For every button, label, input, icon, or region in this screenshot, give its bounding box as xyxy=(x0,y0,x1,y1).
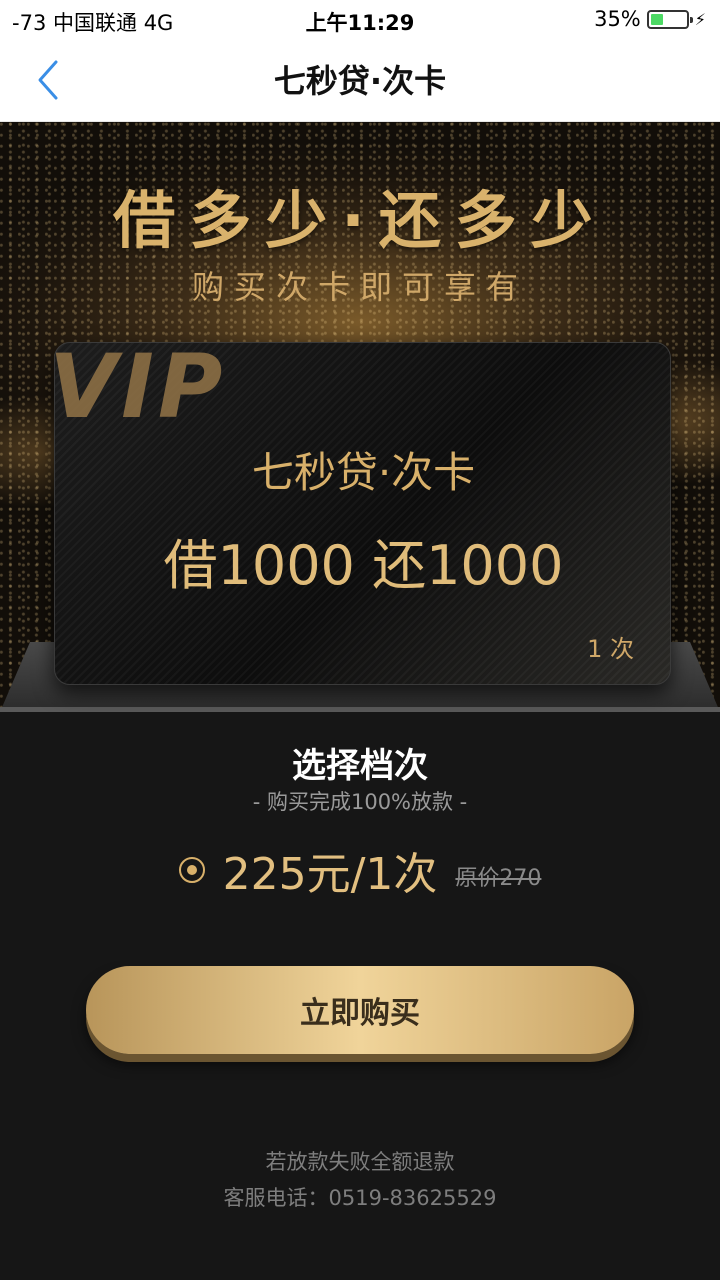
card-amount: 借1000 还1000 xyxy=(163,534,564,597)
battery-level-fill xyxy=(650,13,663,25)
bolt-icon: ⚡ xyxy=(694,9,706,29)
vip-badge: VIP xyxy=(54,342,227,438)
battery-percent: 35% xyxy=(594,7,641,31)
vip-card: VIP 七秒贷·次卡 借1000 还1000 1 次 xyxy=(54,342,671,685)
select-tier-subtitle: - 购买完成100%放款 - xyxy=(252,790,468,814)
back-button[interactable] xyxy=(28,58,68,102)
hero-banner: 借多少·还多少 购买次卡即可享有 VIP 七秒贷·次卡 借1000 还1000 … xyxy=(0,122,720,712)
price-value: 225元/1次 xyxy=(222,849,438,900)
hero-headline: 借多少·还多少 xyxy=(113,184,607,257)
service-phone: 客服电话：0519-83625529 xyxy=(223,1186,497,1210)
price-option[interactable]: 225元/1次 原价270 xyxy=(0,838,720,902)
status-bar: -73 中国联通 4G 上午11:29 35% ⚡ xyxy=(0,0,720,40)
battery-icon xyxy=(646,9,693,29)
radio-selected-icon[interactable] xyxy=(178,857,205,883)
card-name: 七秒贷·次卡 xyxy=(251,448,476,497)
chevron-left-icon xyxy=(38,60,58,100)
hero-subline: 购买次卡即可享有 xyxy=(191,268,528,306)
page-title: 七秒贷·次卡 xyxy=(273,62,447,100)
original-price: 原价270 xyxy=(455,866,542,891)
select-tier-title: 选择档次 xyxy=(292,746,428,786)
nav-bar: 七秒贷·次卡 xyxy=(0,40,720,122)
pedestal-edge xyxy=(0,707,720,712)
battery-info: 35% ⚡ xyxy=(594,7,706,31)
buy-now-button[interactable]: 立即购买 xyxy=(86,966,634,1054)
refund-note: 若放款失败全额退款 xyxy=(265,1150,455,1174)
card-count: 1 次 xyxy=(587,635,634,663)
